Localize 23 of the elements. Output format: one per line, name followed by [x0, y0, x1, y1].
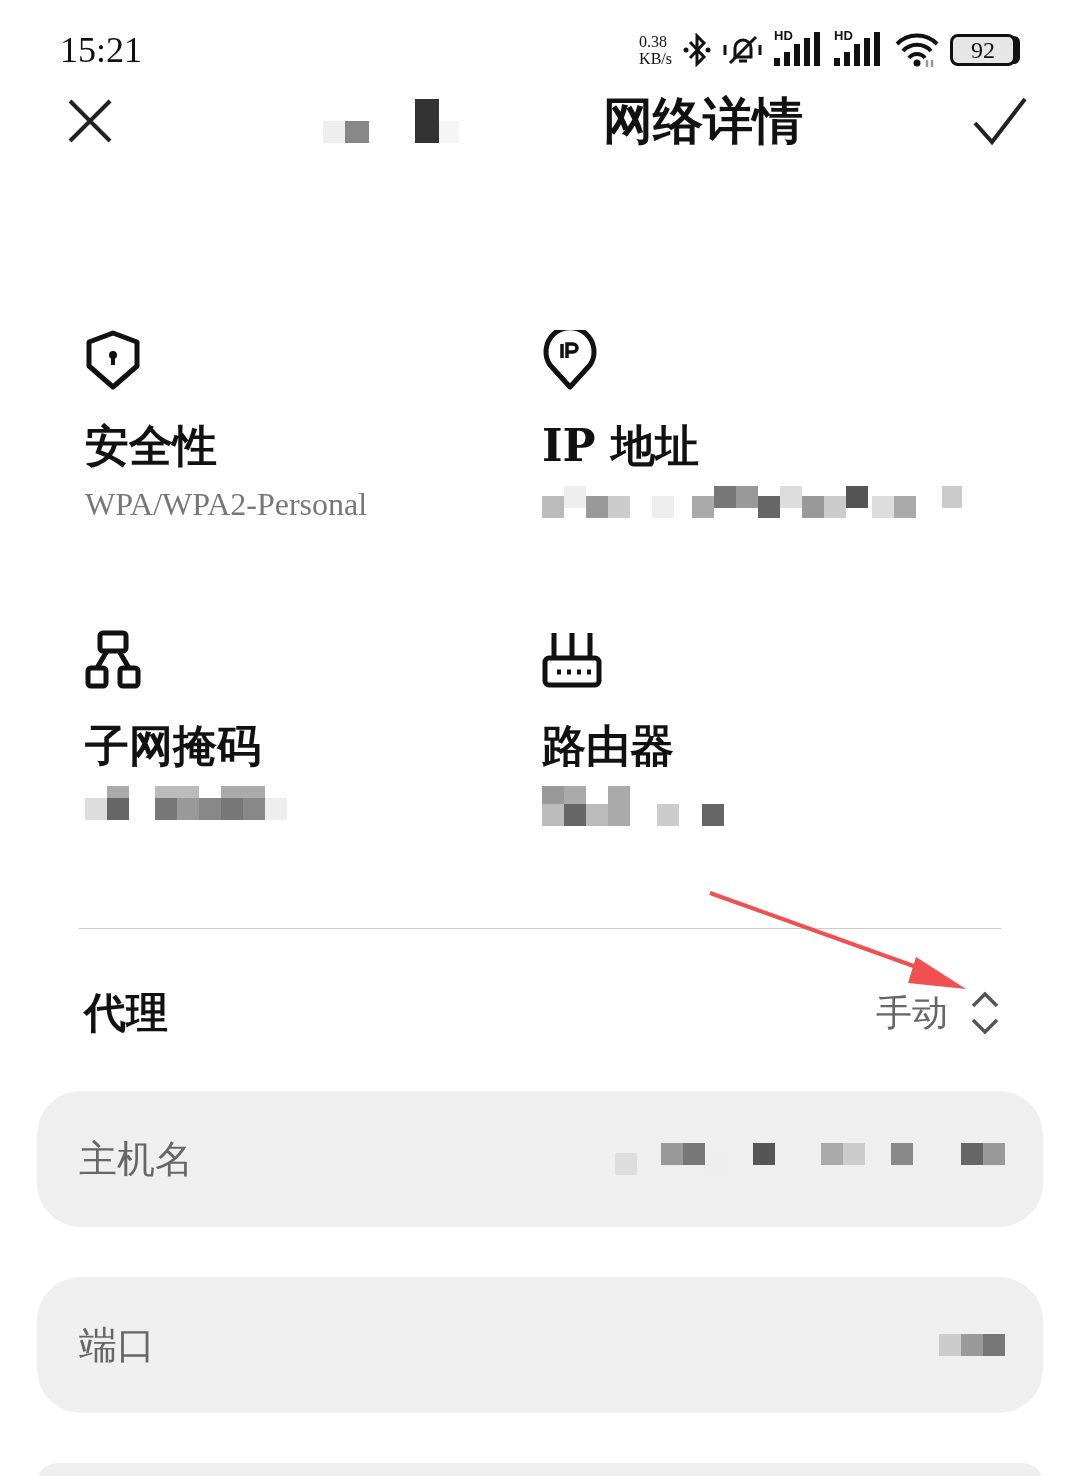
screen-title: 网络详情 — [603, 89, 804, 152]
bluetooth-icon — [682, 33, 712, 67]
up-down-chevron-icon — [970, 990, 1000, 1036]
ip-location-pin-icon — [542, 330, 598, 390]
input-field[interactable]: 端口 — [37, 1277, 1043, 1413]
close-icon[interactable] — [67, 98, 113, 144]
info-value: WPA/WPA2-Personal — [85, 486, 368, 523]
network-speed: 0.38 KB/s — [639, 33, 672, 67]
info-label: 子网掩码 — [85, 719, 261, 773]
input-field[interactable]: 主机名 — [37, 1091, 1043, 1227]
status-time: 15:21 — [60, 29, 142, 71]
wifi-icon — [894, 32, 940, 68]
proxy-mode-dropdown[interactable]: 手动 — [876, 988, 1000, 1038]
info-label: IP 地址 — [542, 419, 699, 473]
info-label: 路由器 — [542, 719, 674, 773]
proxy-label: 代理 — [84, 987, 168, 1039]
pixelated-redaction-drawing — [939, 1334, 1005, 1356]
router-icon — [542, 630, 602, 690]
info-label: 安全性 — [85, 419, 217, 473]
shield-lock-icon — [85, 330, 141, 390]
confirm-check-icon[interactable] — [972, 96, 1028, 146]
muted-bell-icon — [722, 33, 764, 67]
network-nodes-icon — [85, 630, 141, 690]
